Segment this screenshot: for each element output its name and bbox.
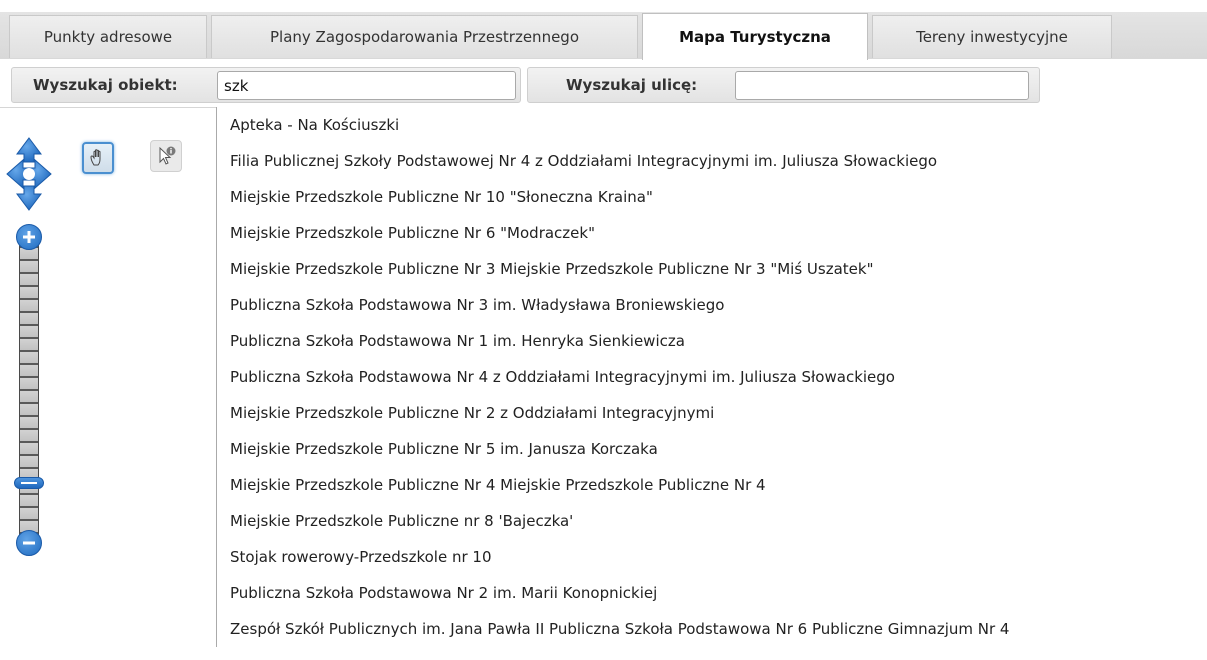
zoom-out-button[interactable] <box>16 530 42 556</box>
suggestion-item[interactable]: Miejskie Przedszkole Publiczne Nr 6 "Mod… <box>217 215 1207 251</box>
suggestion-item[interactable]: Publiczna Szkoła Podstawowa Nr 1 im. Hen… <box>217 323 1207 359</box>
street-search-group: Wyszukaj ulicę: <box>527 67 1040 103</box>
tab-tereny-inwestycyjne[interactable]: Tereny inwestycyjne <box>872 15 1112 58</box>
pan-tool-button[interactable] <box>82 142 114 174</box>
suggestion-item[interactable]: Filia Publicznej Szkoły Podstawowej Nr 4… <box>217 143 1207 179</box>
zoom-bar <box>14 224 44 660</box>
info-pointer-icon <box>159 146 176 165</box>
street-search-input[interactable] <box>735 71 1029 100</box>
map-area[interactable] <box>0 108 215 637</box>
suggestion-item[interactable]: Miejskie Przedszkole Publiczne Nr 5 im. … <box>217 431 1207 467</box>
suggestion-item[interactable]: Miejskie Przedszkole Publiczne Nr 10 "Sł… <box>217 179 1207 215</box>
street-search-label: Wyszukaj ulicę: <box>566 76 698 94</box>
minus-icon <box>23 541 35 545</box>
suggestion-item[interactable]: Miejskie Przedszkole Publiczne Nr 4 Miej… <box>217 467 1207 503</box>
info-tool-button[interactable] <box>150 140 182 172</box>
zoom-slider-handle[interactable] <box>14 477 44 489</box>
autocomplete-dropdown: Apteka - Na Kościuszki Filia Publicznej … <box>216 107 1207 647</box>
pan-arrows-icon[interactable] <box>6 136 52 212</box>
suggestion-item[interactable]: Miejskie Przedszkole Publiczne nr 8 'Baj… <box>217 503 1207 539</box>
tab-punkty-adresowe[interactable]: Punkty adresowe <box>9 15 207 58</box>
suggestion-item[interactable]: Miejskie Przedszkole Publiczne Nr 2 z Od… <box>217 395 1207 431</box>
suggestion-item[interactable]: Stojak rowerowy-Przedszkole nr 10 <box>217 539 1207 575</box>
object-search-input[interactable] <box>217 71 516 100</box>
suggestion-item[interactable]: Zespół Szkół Publicznych im. Jana Pawła … <box>217 611 1207 647</box>
tab-mapa-turystyczna[interactable]: Mapa Turystyczna <box>642 13 868 60</box>
suggestion-item[interactable]: Publiczna Szkoła Podstawowa Nr 2 im. Mar… <box>217 575 1207 611</box>
zoom-slider-track[interactable] <box>19 234 39 544</box>
plus-icon <box>23 231 35 243</box>
hand-icon <box>90 149 101 166</box>
zoom-in-button[interactable] <box>16 224 42 250</box>
tab-plany-zagospodarowania[interactable]: Plany Zagospodarowania Przestrzennego <box>211 15 638 58</box>
search-bar: Wyszukaj obiekt: Wyszukaj ulicę: <box>0 59 1207 108</box>
suggestion-item[interactable]: Apteka - Na Kościuszki <box>217 107 1207 143</box>
object-search-label: Wyszukaj obiekt: <box>33 76 178 94</box>
suggestion-item[interactable]: Miejskie Przedszkole Publiczne Nr 3 Miej… <box>217 251 1207 287</box>
object-search-group: Wyszukaj obiekt: <box>11 67 521 103</box>
tab-bar: Punkty adresowe Plany Zagospodarowania P… <box>0 0 1207 60</box>
suggestion-item[interactable]: Publiczna Szkoła Podstawowa Nr 4 z Oddzi… <box>217 359 1207 395</box>
suggestion-item[interactable]: Publiczna Szkoła Podstawowa Nr 3 im. Wła… <box>217 287 1207 323</box>
